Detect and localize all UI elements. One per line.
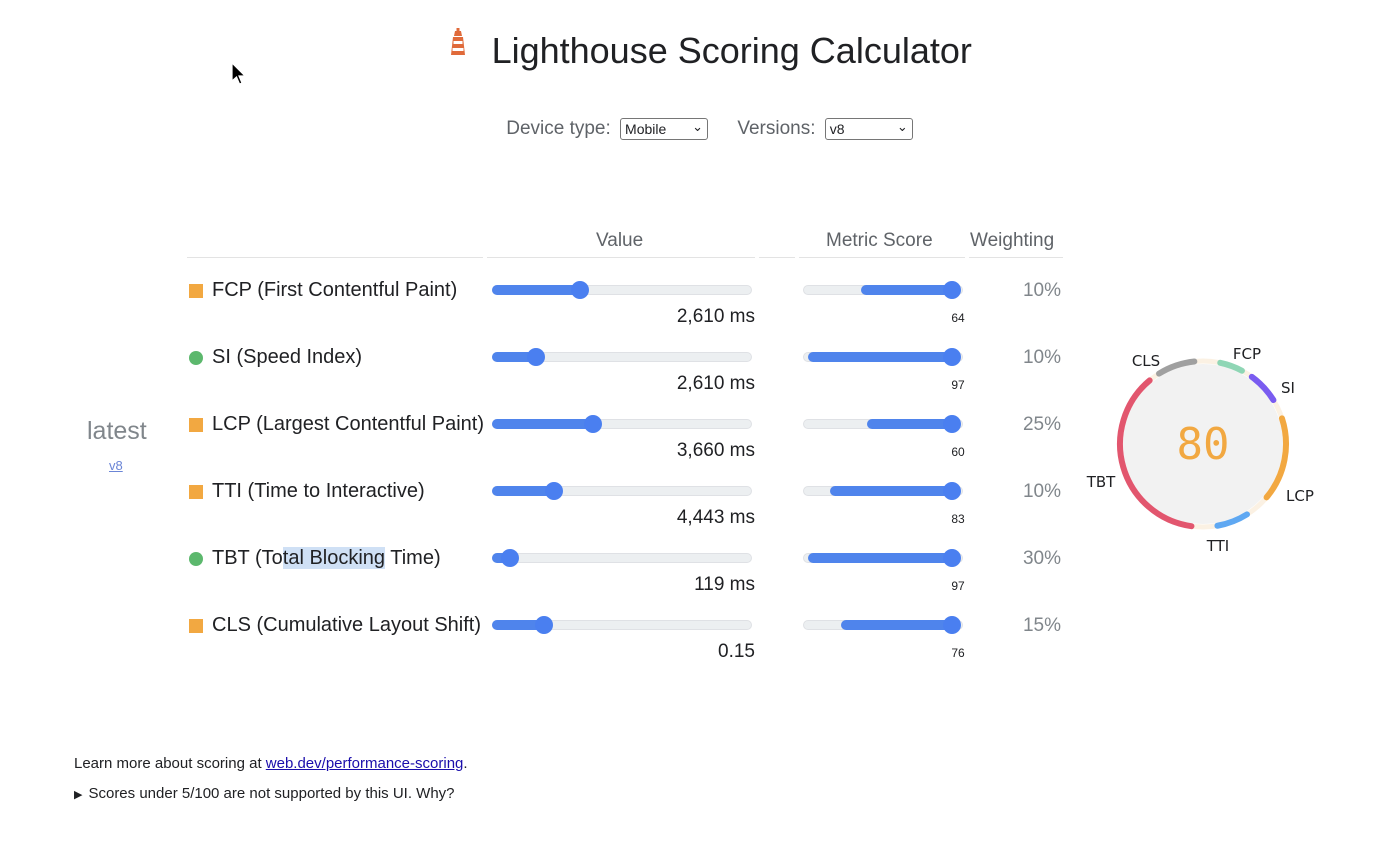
gauge-label-tbt: TBT [1086,473,1116,491]
value-slider-handle[interactable] [501,549,520,567]
performance-scoring-link[interactable]: web.dev/performance-scoring [266,755,464,772]
score-slider-handle[interactable] [943,482,961,500]
versions-label: Versions: [737,118,816,139]
score-slider-fill [860,285,953,295]
metric-value: 4,443 ms [676,507,755,528]
version-link[interactable]: v8 [109,458,123,473]
metric-value: 2,610 ms [676,373,755,394]
chevron-down-icon: ⌄ [692,119,704,134]
metric-label: SI (Speed Index) [212,346,363,368]
versions-select[interactable]: v8 ⌄ [824,118,913,140]
metric-label: LCP (Largest Contentful Paint) [212,413,485,435]
learn-more-text: Learn more about scoring at web.dev/perf… [74,755,468,772]
metric-value: 119 ms [694,574,755,595]
metric-weighting: 10% [1022,347,1061,368]
value-slider-fill [492,285,581,295]
value-slider-handle[interactable] [584,415,603,433]
device-type-select[interactable]: Mobile ⌄ [620,118,709,140]
value-slider-fill [492,419,594,429]
page-title: Lighthouse Scoring Calculator [491,30,972,71]
versions-value: v8 [829,121,845,137]
chevron-down-icon: ⌄ [896,119,908,134]
device-type-value: Mobile [625,121,667,137]
average-status-icon [189,485,203,499]
score-slider-fill [841,620,953,630]
score-slider-fill [830,486,953,496]
value-slider-track[interactable] [492,553,752,563]
metric-weighting: 10% [1022,280,1061,301]
header-divider [799,257,965,258]
value-slider-handle[interactable] [545,482,564,500]
average-status-icon [189,284,203,298]
metric-weighting: 30% [1022,548,1061,569]
page-header: Lighthouse Scoring Calculator [0,28,1399,72]
metric-weighting: 10% [1022,481,1061,502]
learn-more-suffix: . [463,755,468,772]
metric-score: 76 [951,646,965,660]
gauge-label-cls: CLS [1132,352,1160,370]
version-label: latest [87,417,147,445]
gauge-label-fcp: FCP [1233,345,1261,363]
metric-score: 97 [951,579,965,593]
average-status-icon [189,418,203,432]
metric-weighting: 15% [1022,615,1061,636]
metric-value: 0.15 [718,641,755,662]
scores-disclosure[interactable]: ▶ Scores under 5/100 are not supported by… [74,785,455,802]
score-gauge: 80 CLS FCP SI LCP TTI TBT [1086,345,1314,555]
metric-row-cls: CLS (Cumulative Layout Shift) 0.15 76 15… [0,611,1399,678]
metric-value: 2,610 ms [676,306,755,327]
score-slider-handle[interactable] [943,415,961,433]
metric-score: 83 [951,512,965,526]
score-slider-handle[interactable] [943,348,961,366]
overall-score: 80 [1177,419,1230,470]
metric-label: CLS (Cumulative Layout Shift) [212,614,482,636]
good-status-icon [189,552,203,566]
metric-score: 97 [951,378,965,392]
score-slider-handle[interactable] [943,616,961,634]
gauge-label-lcp: LCP [1286,487,1314,505]
value-slider-handle[interactable] [535,616,553,634]
header-divider [187,257,483,258]
column-header-metric-score: Metric Score [826,230,933,251]
metric-label-part: Time) [385,547,441,569]
score-slider-handle[interactable] [943,281,961,299]
learn-more-prefix: Learn more about scoring at [74,755,266,772]
metric-score: 60 [951,445,965,459]
metric-label-part: TBT (To [212,547,283,569]
metric-label: TBT (Total Blocking Time) [212,547,441,570]
score-slider-fill [807,352,953,362]
disclosure-summary: Scores under 5/100 are not supported by … [88,785,455,802]
controls-bar: Device type: Mobile ⌄ Versions: v8 ⌄ [0,118,1399,140]
gauge-label-si: SI [1281,379,1295,397]
selected-text: tal Blocking [282,547,386,569]
lighthouse-icon [451,28,466,55]
disclosure-triangle-icon: ▶ [74,789,83,801]
metric-row-fcp: FCP (First Contentful Paint) 2,610 ms 64… [0,276,1399,343]
header-divider [759,257,795,258]
column-header-weighting: Weighting [970,230,1055,251]
value-slider-handle[interactable] [527,348,546,366]
header-divider [969,257,1063,258]
score-slider-handle[interactable] [943,549,961,567]
metric-weighting: 25% [1022,414,1061,435]
score-slider-fill [807,553,953,563]
average-status-icon [189,619,203,633]
gauge-label-tti: TTI [1206,537,1230,555]
header-divider [487,257,755,258]
column-header-value: Value [596,230,644,251]
good-status-icon [189,351,203,365]
value-slider-handle[interactable] [571,281,590,299]
metric-label: FCP (First Contentful Paint) [212,279,458,301]
device-type-label: Device type: [506,118,611,139]
metric-value: 3,660 ms [676,440,755,461]
metric-score: 64 [951,311,965,325]
metric-label: TTI (Time to Interactive) [212,480,425,502]
score-slider-fill [867,419,953,429]
